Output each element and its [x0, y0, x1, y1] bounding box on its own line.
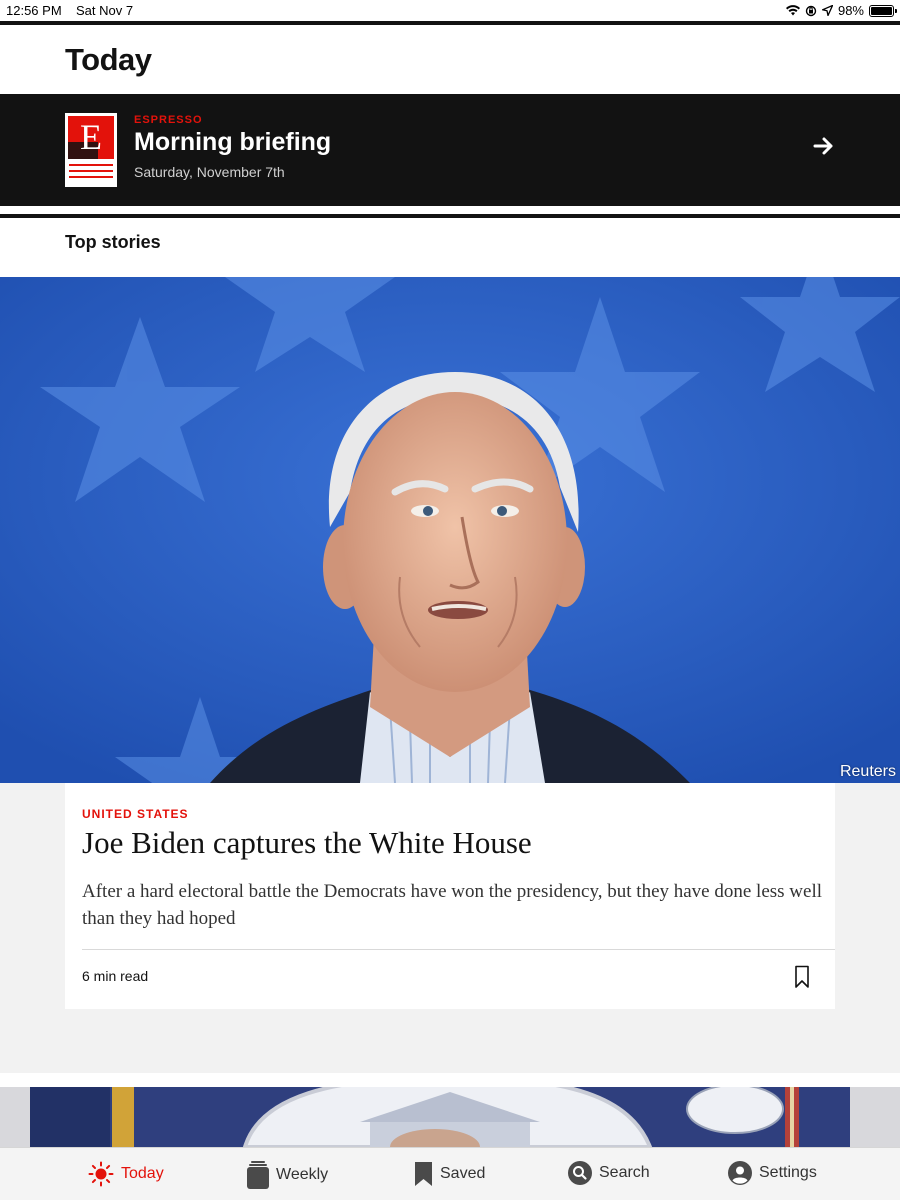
- status-bar: 12:56 PM Sat Nov 7 98%: [0, 0, 900, 21]
- espresso-date: Saturday, November 7th: [134, 164, 285, 180]
- story-standfirst: After a hard electoral battle the Democr…: [82, 881, 823, 929]
- tab-settings[interactable]: Settings: [728, 1161, 817, 1185]
- user-icon: [728, 1161, 752, 1185]
- sun-icon: [88, 1161, 114, 1187]
- second-story-illustration: [0, 1087, 900, 1147]
- battery-icon: [869, 4, 897, 17]
- top-story-image[interactable]: Reuters: [0, 277, 900, 783]
- espresso-kicker: ESPRESSO: [134, 114, 203, 126]
- status-time: 12:56 PM: [6, 3, 62, 18]
- tab-label: Saved: [440, 1165, 486, 1182]
- bookmark-icon: [415, 1162, 432, 1186]
- tab-bar: Today Weekly Saved Search Settings: [0, 1147, 900, 1200]
- arrow-right-icon[interactable]: [812, 134, 836, 158]
- tab-today[interactable]: Today: [88, 1161, 164, 1187]
- espresso-title: Morning briefing: [134, 128, 332, 156]
- section-title: Top stories: [65, 232, 161, 252]
- location-icon: [821, 5, 833, 16]
- tab-label: Today: [121, 1165, 164, 1182]
- search-icon: [568, 1161, 592, 1185]
- bookmark-icon[interactable]: [794, 965, 810, 989]
- wifi-icon: [785, 5, 800, 16]
- top-story-card[interactable]: UNITED STATES Joe Biden captures the Whi…: [65, 783, 835, 1009]
- read-time: 6 min read: [82, 968, 149, 984]
- tab-weekly[interactable]: Weekly: [247, 1161, 328, 1189]
- image-credit: Reuters: [839, 763, 896, 780]
- story-kicker: UNITED STATES: [82, 807, 189, 821]
- orientation-lock-icon: [805, 5, 817, 16]
- status-icons: 98%: [785, 3, 897, 18]
- status-date: Sat Nov 7: [76, 3, 134, 18]
- tab-label: Settings: [759, 1164, 817, 1181]
- tab-search[interactable]: Search: [568, 1161, 650, 1185]
- card-divider: [82, 949, 835, 950]
- magazine-stack-icon: [247, 1161, 269, 1189]
- espresso-logo: E: [65, 113, 117, 187]
- battery-percent: 98%: [837, 3, 864, 18]
- tab-label: Weekly: [276, 1166, 329, 1183]
- section-rule: [0, 214, 900, 218]
- hero-illustration: [0, 277, 900, 783]
- second-story-image[interactable]: [0, 1087, 900, 1147]
- espresso-logo-letter: E: [80, 117, 102, 157]
- espresso-banner[interactable]: E ESPRESSO Morning briefing Saturday, No…: [0, 94, 900, 206]
- page-title: Today: [65, 42, 152, 77]
- story-headline[interactable]: Joe Biden captures the White House: [82, 825, 532, 861]
- tab-label: Search: [599, 1164, 650, 1181]
- top-rule: [0, 21, 900, 25]
- tab-saved[interactable]: Saved: [414, 1161, 485, 1187]
